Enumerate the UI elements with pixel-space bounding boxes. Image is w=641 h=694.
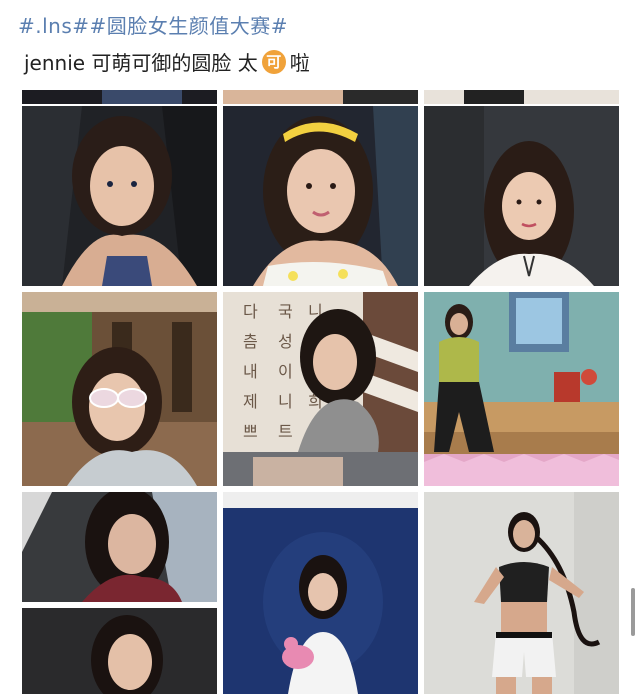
- scrollbar-thumb[interactable]: [631, 588, 635, 636]
- photo-7[interactable]: [22, 492, 217, 694]
- svg-text:트: 트: [278, 422, 293, 441]
- svg-text:내: 내: [243, 362, 258, 381]
- svg-text:이: 이: [278, 362, 293, 381]
- photo-1[interactable]: [22, 106, 217, 286]
- svg-text:국: 국: [278, 302, 293, 321]
- svg-text:다: 다: [243, 302, 258, 321]
- photo-6[interactable]: [424, 292, 619, 486]
- photo-grid: 다국니 츰성이 내이니 제니희 쁘트네: [0, 0, 641, 694]
- svg-text:츰: 츰: [243, 332, 258, 351]
- photo-5[interactable]: 다국니 츰성이 내이니 제니희 쁘트네: [223, 292, 418, 486]
- svg-text:쁘: 쁘: [243, 422, 258, 441]
- svg-text:성: 성: [278, 332, 293, 351]
- photo-4[interactable]: [22, 292, 217, 486]
- photo-2[interactable]: [223, 106, 418, 286]
- svg-text:제: 제: [243, 392, 258, 411]
- svg-text:니: 니: [278, 392, 293, 411]
- photo-9[interactable]: [424, 492, 619, 694]
- photo-row-top-strip-2[interactable]: [223, 90, 418, 104]
- photo-3[interactable]: [424, 106, 619, 286]
- photo-8[interactable]: [223, 492, 418, 694]
- photo-row-top-strip-1[interactable]: [22, 90, 217, 104]
- photo-row-top-strip-3[interactable]: [424, 90, 619, 104]
